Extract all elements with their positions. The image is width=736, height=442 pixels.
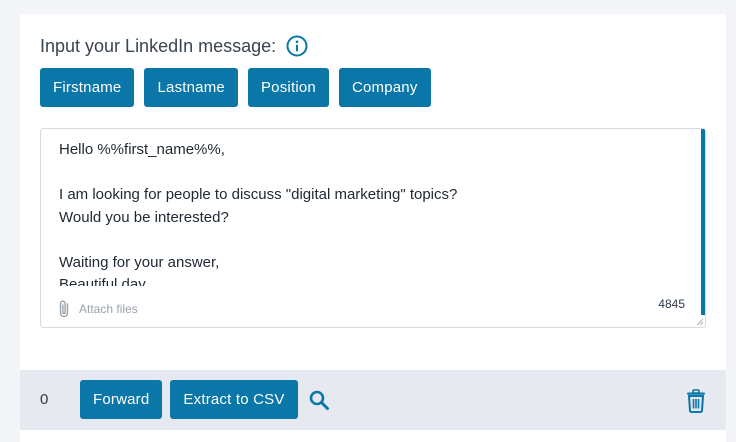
message-editor[interactable]: Hello %%first_name%%, I am looking for p… [40, 128, 706, 328]
action-footer: 0 Forward Extract to CSV [20, 370, 726, 430]
trash-icon[interactable] [686, 389, 706, 413]
info-circle-icon[interactable] [286, 35, 308, 57]
extract-csv-button[interactable]: Extract to CSV [170, 380, 298, 419]
tag-lastname-button[interactable]: Lastname [144, 68, 238, 107]
selected-count: 0 [40, 391, 49, 408]
editor-heading: Input your LinkedIn message: [40, 35, 277, 56]
footer-button-group: Forward Extract to CSV [80, 380, 330, 419]
paperclip-icon [59, 300, 69, 318]
message-scrollbar[interactable] [701, 129, 705, 315]
tag-firstname-button[interactable]: Firstname [40, 68, 135, 107]
message-card: Input your LinkedIn message: Firstname L… [20, 14, 726, 370]
attach-files-label: Attach files [79, 302, 138, 316]
heading-row: Input your LinkedIn message: [40, 34, 308, 58]
bottom-panel-edge [20, 430, 726, 442]
resize-handle-icon[interactable] [696, 318, 704, 326]
attach-files-button[interactable]: Attach files [57, 299, 138, 319]
message-textarea[interactable]: Hello %%first_name%%, I am looking for p… [59, 139, 679, 286]
character-count: 4845 [658, 297, 685, 311]
search-icon[interactable] [308, 389, 330, 411]
tag-company-button[interactable]: Company [338, 68, 431, 107]
variable-tag-row: Firstname Lastname Position Company [40, 68, 441, 107]
tag-position-button[interactable]: Position [247, 68, 329, 107]
forward-button[interactable]: Forward [80, 380, 163, 419]
